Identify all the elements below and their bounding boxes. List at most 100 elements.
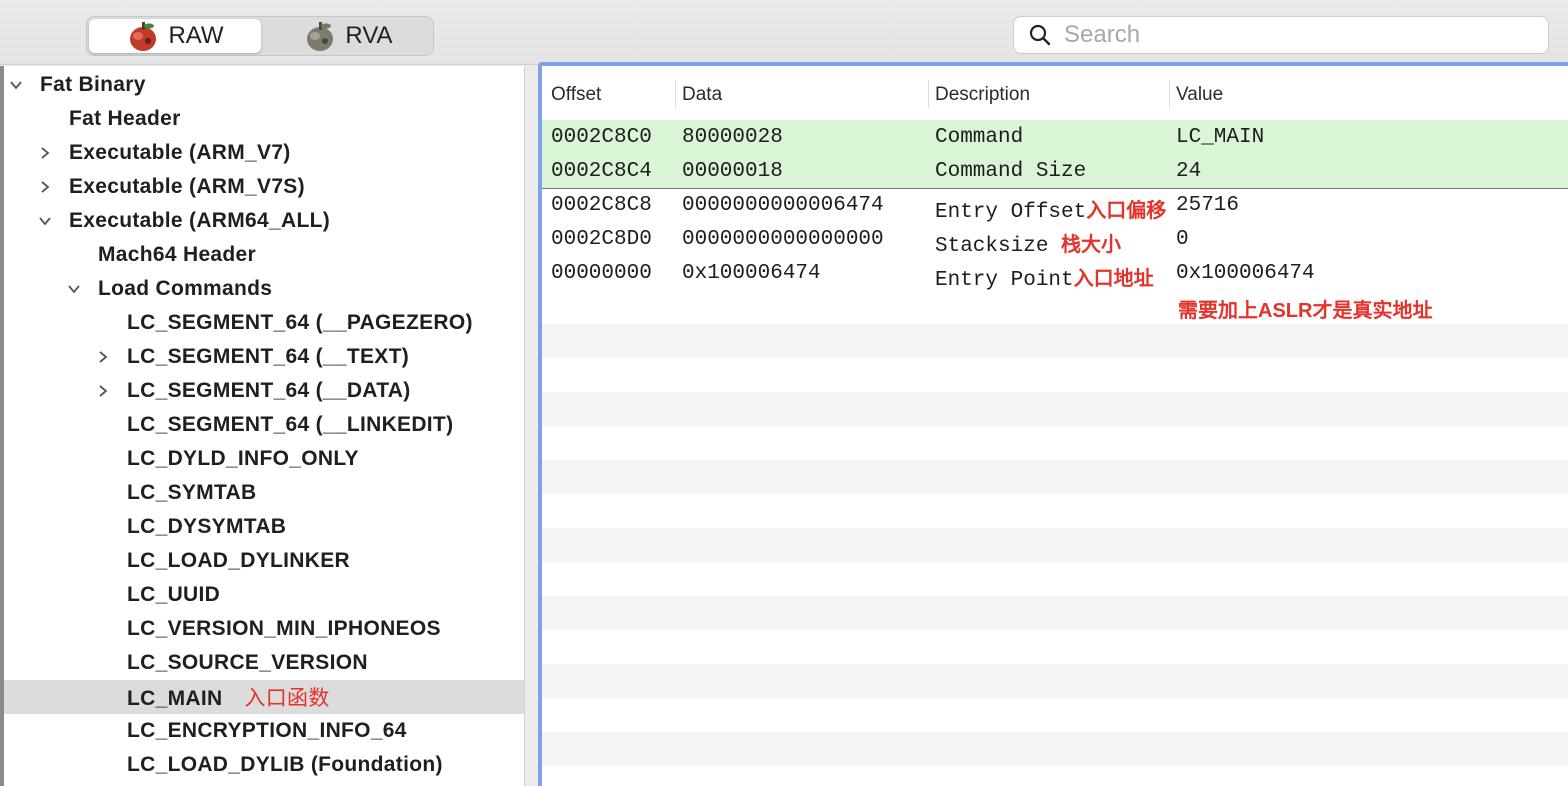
table-row[interactable]: 0002C8C4 00000018 Command Size 24 (542, 154, 1568, 188)
empty-table-row (542, 358, 1568, 392)
sidebar-item[interactable]: LC_LOAD_DYLIB (Foundation) (4, 748, 524, 782)
sidebar-item-label: LC_UUID (127, 583, 221, 606)
column-header-description[interactable]: Description (935, 84, 1030, 106)
chevron-right-icon[interactable] (93, 347, 113, 367)
sidebar-item[interactable]: LC_LOAD_DYLINKER (4, 544, 524, 578)
cell-offset: 0002C8C8 (551, 194, 652, 217)
sidebar-item[interactable]: Executable (ARM_V7S) (4, 170, 524, 204)
empty-table-row (542, 528, 1568, 562)
sidebar-item-label: LC_SEGMENT_64 (__PAGEZERO) (127, 311, 473, 334)
sidebar-item-label: Fat Binary (40, 73, 146, 96)
sidebar-item[interactable]: LC_ENCRYPTION_INFO_64 (4, 714, 524, 748)
sidebar-item[interactable]: LC_SEGMENT_64 (__DATA) (4, 374, 524, 408)
rva-button[interactable]: RVA (265, 19, 431, 53)
cell-description: Stacksize 栈大小 (935, 228, 1121, 258)
sidebar-item[interactable]: LC_DYSYMTAB (4, 510, 524, 544)
sidebar-item[interactable]: LC_SEGMENT_64 (__TEXT) (4, 340, 524, 374)
description-annotation: 栈大小 (1061, 234, 1122, 256)
apple-logo-icon (130, 22, 157, 51)
column-header-data[interactable]: Data (682, 84, 722, 106)
cell-data: 00000018 (682, 160, 783, 183)
sidebar-item-label: Executable (ARM_V7S) (69, 175, 305, 198)
column-separator (675, 80, 676, 108)
rva-label: RVA (345, 22, 393, 49)
sidebar-item[interactable]: LC_DYLD_INFO_ONLY (4, 442, 524, 476)
sidebar-item[interactable]: Executable (ARM_V7) (4, 136, 524, 170)
cell-offset: 0002C8C4 (551, 160, 652, 183)
cell-value: LC_MAIN (1176, 126, 1265, 149)
sidebar-item-label: LC_MAIN 入口函数 (127, 687, 330, 710)
sidebar-item[interactable]: Fat Header (4, 102, 524, 136)
cell-offset: 0002C8C0 (551, 126, 652, 149)
sidebar-item[interactable]: LC_UUID (4, 578, 524, 612)
raw-rva-segmented-control: RAW RVA (86, 16, 434, 56)
chevron-right-icon[interactable] (35, 143, 55, 163)
column-separator (928, 80, 929, 108)
cell-offset: 0002C8D0 (551, 228, 652, 251)
empty-table-row (542, 392, 1568, 426)
chevron-right-icon[interactable] (93, 381, 113, 401)
sidebar-item[interactable]: Mach64 Header (4, 238, 524, 272)
chevron-down-icon[interactable] (6, 75, 26, 95)
sidebar-item-label: LC_DYSYMTAB (127, 515, 287, 538)
sidebar-item[interactable]: Fat Binary (4, 68, 524, 102)
chevron-down-icon[interactable] (64, 279, 84, 299)
table-header: Offset Data Description Value (542, 66, 1568, 120)
empty-table-row (542, 324, 1568, 358)
search-field[interactable] (1013, 16, 1549, 54)
column-separator (1169, 80, 1170, 108)
chevron-down-icon[interactable] (35, 211, 55, 231)
cell-description-text: Entry Point (935, 269, 1074, 292)
sidebar-item-label: LC_ENCRYPTION_INFO_64 (127, 719, 407, 742)
raw-button[interactable]: RAW (89, 19, 261, 53)
sidebar-item-label: LC_SEGMENT_64 (__LINKEDIT) (127, 413, 454, 436)
empty-table-row (542, 698, 1568, 732)
table-row[interactable]: 0002C8C0 80000028 Command LC_MAIN (542, 120, 1568, 154)
cell-data: 80000028 (682, 126, 783, 149)
cell-offset: 00000000 (551, 262, 652, 285)
description-annotation: 入口偏移 (1086, 200, 1167, 222)
empty-table-row (542, 596, 1568, 630)
sidebar-tree: Fat Binary Fat Header Executable (ARM_V7) E… (4, 66, 525, 786)
sidebar-item[interactable]: Executable (ARM64_ALL) (4, 204, 524, 238)
cell-value: 0x100006474 (1176, 262, 1315, 285)
sidebar-item[interactable]: Load Commands (4, 272, 524, 306)
sidebar-item-label: LC_SYMTAB (127, 481, 257, 504)
sidebar-item[interactable]: LC_SEGMENT_64 (__LINKEDIT) (4, 408, 524, 442)
sidebar-item-label: Executable (ARM_V7) (69, 141, 291, 164)
sidebar-item-label: LC_SEGMENT_64 (__DATA) (127, 379, 411, 402)
sidebar-item[interactable]: LC_SOURCE_VERSION (4, 646, 524, 680)
column-header-offset[interactable]: Offset (551, 84, 601, 106)
column-header-value[interactable]: Value (1176, 84, 1223, 106)
sidebar-item-label: LC_LOAD_DYLINKER (127, 549, 350, 572)
cell-description-text: Entry Offset (935, 201, 1087, 224)
sidebar-item[interactable]: LC_VERSION_MIN_IPHONEOS (4, 612, 524, 646)
sidebar-item-label: LC_DYLD_INFO_ONLY (127, 447, 359, 470)
cell-description: Entry Offset入口偏移 (935, 194, 1166, 224)
sidebar-item-label: LC_SOURCE_VERSION (127, 651, 368, 674)
table-row[interactable]: 0002C8D0 0000000000000000 Stacksize 栈大小 0 (542, 222, 1568, 258)
toolbar: RAW RVA (0, 0, 1568, 65)
cell-data: 0000000000000000 (682, 228, 884, 251)
table-row[interactable]: 00000000 0x100006474 Entry Point入口地址 0x1000… (542, 256, 1568, 292)
sidebar-item-label: LC_SEGMENT_64 (__TEXT) (127, 345, 409, 368)
cell-description-text: Stacksize (935, 235, 1062, 258)
description-annotation: 入口地址 (1073, 268, 1154, 290)
search-icon (1029, 24, 1051, 46)
cell-data: 0000000000006474 (682, 194, 884, 217)
sidebar-item[interactable]: LC_SYMTAB (4, 476, 524, 510)
sidebar-item[interactable]: LC_SEGMENT_64 (__PAGEZERO) (4, 306, 524, 340)
chevron-right-icon[interactable] (35, 177, 55, 197)
selection-divider (542, 188, 1568, 189)
cell-value: 0 (1176, 228, 1189, 251)
sidebar-item-annotation: 入口函数 (244, 687, 330, 710)
empty-table-row (542, 460, 1568, 494)
empty-table-row (542, 664, 1568, 698)
raw-label: RAW (168, 22, 224, 49)
cell-data: 0x100006474 (682, 262, 821, 285)
sidebar-item[interactable]: LC_MAIN 入口函数 (4, 680, 524, 714)
search-input[interactable] (1062, 20, 1526, 50)
sidebar-item-label: LC_VERSION_MIN_IPHONEOS (127, 617, 441, 640)
table-row[interactable]: 0002C8C8 0000000000006474 Entry Offset入口偏移… (542, 188, 1568, 224)
detail-table: Offset Data Description Value 0002C8C0 80… (538, 62, 1568, 786)
